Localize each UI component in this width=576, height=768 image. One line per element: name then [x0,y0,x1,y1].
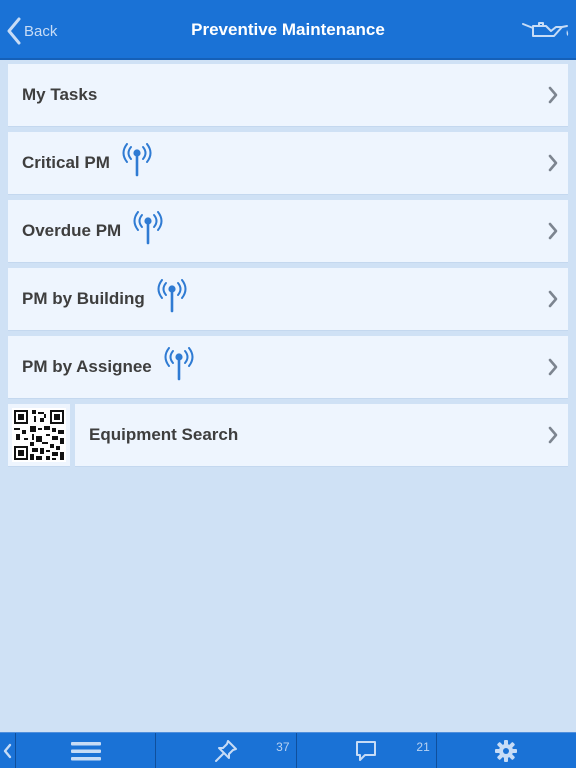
tab-badge: 37 [276,740,290,754]
tab-menu[interactable] [16,733,157,768]
chevron-left-icon [3,743,11,759]
page-title: Preventive Maintenance [191,20,385,39]
menu-list: My Tasks Critical PM Overdue PM PM by Bu… [8,64,568,467]
list-item-my-tasks[interactable]: My Tasks [8,64,568,127]
chevron-right-icon [548,290,558,308]
tab-messages[interactable]: 21 [297,733,437,768]
qr-code-icon [12,408,66,462]
signal-antenna-icon [157,279,187,313]
chevron-right-icon [548,222,558,240]
list-item-pm-by-building[interactable]: PM by Building [8,268,568,331]
toolbar-collapse-button[interactable] [0,733,16,768]
signal-antenna-icon [122,143,152,177]
chevron-right-icon [548,154,558,172]
tab-pinned[interactable]: 37 [156,733,297,768]
tab-badge: 21 [416,740,430,754]
qr-scan-button[interactable] [8,404,70,467]
signal-antenna-icon [164,347,194,381]
oil-can-icon[interactable] [520,18,570,44]
chat-bubble-icon [356,741,377,761]
pin-icon [214,740,237,762]
menu-icon [70,742,101,761]
list-item-label: PM by Assignee [22,357,152,376]
list-item-label: Equipment Search [89,425,239,444]
equipment-search-button[interactable]: Equipment Search [75,404,568,467]
chevron-right-icon [548,426,558,444]
list-item-label: Overdue PM [22,221,122,240]
list-item-overdue-pm[interactable]: Overdue PM [8,200,568,263]
gear-icon [495,740,518,762]
list-item-label: My Tasks [22,85,98,104]
chevron-right-icon [548,358,558,376]
signal-antenna-icon [133,211,163,245]
list-item-equipment-search-row: Equipment Search [8,404,568,467]
tab-settings[interactable] [437,733,576,768]
chevron-right-icon [548,86,558,104]
list-item-critical-pm[interactable]: Critical PM [8,132,568,195]
bottom-toolbar: 37 21 [0,732,576,768]
list-item-label: PM by Building [22,289,145,308]
list-item-label: Critical PM [22,153,110,172]
list-item-pm-by-assignee[interactable]: PM by Assignee [8,336,568,399]
navigation-bar: Back Preventive Maintenance [0,0,576,60]
